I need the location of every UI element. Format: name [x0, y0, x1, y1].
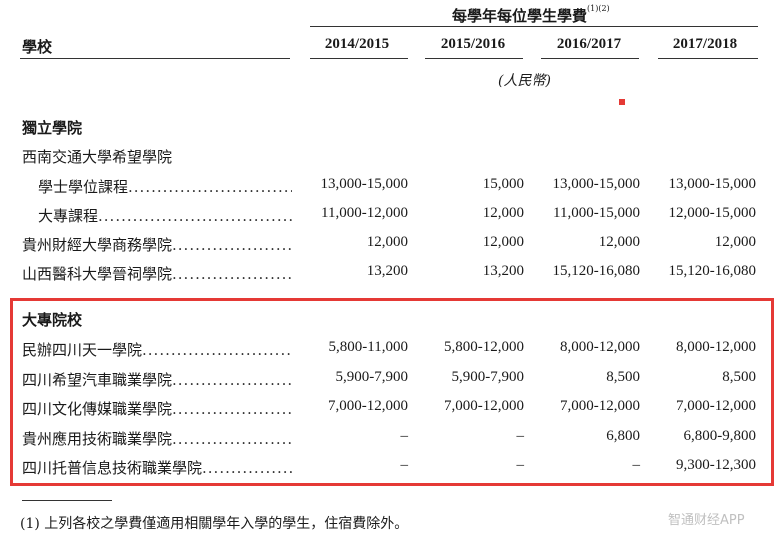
row-label: 民辦四川天一學院................................… — [22, 339, 292, 360]
row-label: 大專課程................................... — [38, 205, 292, 226]
school-name: 民辦四川天一學院 — [22, 341, 143, 359]
fee-cell: – — [400, 457, 409, 473]
row-label: 四川文化傳媒職業學院.......................... — [22, 398, 292, 419]
leader-dots: ............................... — [128, 178, 292, 196]
fee-cell: 13,000-15,000 — [552, 176, 641, 192]
fee-cell: – — [632, 457, 641, 473]
leader-dots: .......................... — [172, 236, 292, 254]
school-name: 西南交通大學希望學院 — [22, 148, 173, 166]
red-marker — [619, 99, 625, 105]
leader-dots: .......................... — [172, 400, 292, 418]
fee-cell: 5,800-11,000 — [328, 339, 408, 355]
fee-cell: 5,900-7,900 — [451, 369, 525, 385]
row-label: 貴州財經大學商務學院.......................... — [22, 234, 292, 255]
fee-cell: 12,000 — [482, 205, 524, 221]
school-header-rule — [20, 58, 290, 59]
fee-cell: 11,000-12,000 — [321, 205, 408, 221]
leader-dots: .................................... — [142, 341, 292, 359]
fee-cell: – — [516, 457, 525, 473]
fee-cell: 8,500 — [722, 369, 756, 385]
fee-cell: – — [516, 428, 525, 444]
fee-cell: 15,000 — [482, 176, 524, 192]
school-name: 四川希望汽車職業學院 — [22, 371, 173, 389]
school-name: 貴州財經大學商務學院 — [22, 236, 173, 254]
fee-cell: 6,800-9,800 — [683, 428, 757, 444]
fee-cell: 15,120-16,080 — [552, 263, 641, 279]
year-header-2017: 2017/2018 — [672, 36, 738, 52]
leader-dots: ................................... — [98, 207, 292, 225]
fee-cell: 13,000-15,000 — [668, 176, 757, 192]
row-label: 山西醫科大學晉祠學院.......................... — [22, 263, 292, 284]
fee-header-rule — [310, 26, 758, 27]
row-label: 學士學位課程............................... — [38, 176, 292, 197]
fee-cell: 15,120-16,080 — [668, 263, 757, 279]
watermark: 智通财经APP — [668, 513, 745, 528]
footnote-rule — [22, 500, 112, 501]
fee-cell: 8,000-12,000 — [676, 339, 756, 355]
fee-cell: 13,000-15,000 — [320, 176, 409, 192]
school-column-header: 學校 — [22, 38, 53, 56]
fee-cell: 11,000-15,000 — [553, 205, 640, 221]
fee-cell: 12,000 — [714, 234, 756, 250]
school-name: 貴州應用技術職業學院 — [22, 430, 173, 448]
fee-header: 每學年每位學生學費(1)(2) — [452, 4, 610, 26]
fee-header-footnote-ref: (1)(2) — [587, 4, 610, 13]
fee-cell: 7,000-12,000 — [676, 398, 756, 414]
fee-cell: 5,900-7,900 — [335, 369, 409, 385]
row-label: 四川希望汽車職業學院.......................... — [22, 369, 292, 390]
school-name: 大專課程 — [38, 207, 99, 225]
school-name: 四川文化傳媒職業學院 — [22, 400, 173, 418]
fee-cell: 7,000-12,000 — [560, 398, 640, 414]
year-header-2014: 2014/2015 — [324, 36, 390, 52]
row-label: 貴州應用技術職業學院.......................... — [22, 428, 292, 449]
fee-cell: 9,300-12,300 — [676, 457, 756, 473]
year-rule-2016 — [541, 58, 639, 59]
fee-cell: 7,000-12,000 — [444, 398, 524, 414]
fee-cell: 12,000 — [482, 234, 524, 250]
section-title-college: 大專院校 — [22, 311, 83, 329]
fee-cell: 7,000-12,000 — [328, 398, 408, 414]
fee-cell: 8,000-12,000 — [560, 339, 640, 355]
year-rule-2017 — [658, 58, 758, 59]
footnote: (1) 上列各校之學費僅適用相關學年入學的學生，住宿費除外。 — [20, 516, 409, 532]
school-name: 四川托普信息技術職業學院 — [22, 459, 203, 477]
fee-cell: 13,200 — [482, 263, 524, 279]
fee-cell: 13,200 — [366, 263, 408, 279]
section-title-independent: 獨立學院 — [22, 119, 83, 137]
row-label: 四川托普信息技術職業學院................... — [22, 457, 292, 478]
leader-dots: .......................... — [172, 371, 292, 389]
currency-unit: (人民幣) — [498, 73, 551, 89]
school-name: 山西醫科大學晉祠學院 — [22, 265, 173, 283]
fee-cell: 12,000 — [598, 234, 640, 250]
year-rule-2015 — [425, 58, 523, 59]
fee-cell: – — [400, 428, 409, 444]
fee-cell: 12,000 — [366, 234, 408, 250]
year-header-2015: 2015/2016 — [440, 36, 506, 52]
leader-dots: .......................... — [172, 265, 292, 283]
fee-header-text: 每學年每位學生學費 — [452, 7, 588, 25]
fee-cell: 8,500 — [606, 369, 640, 385]
year-header-2016: 2016/2017 — [556, 36, 622, 52]
leader-dots: .......................... — [172, 430, 292, 448]
school-name: 學士學位課程 — [38, 178, 129, 196]
row-label: 西南交通大學希望學院 — [22, 146, 292, 167]
fee-cell: 6,800 — [606, 428, 640, 444]
fee-cell: 12,000-15,000 — [668, 205, 757, 221]
year-rule-2014 — [310, 58, 408, 59]
fee-cell: 5,800-12,000 — [444, 339, 524, 355]
